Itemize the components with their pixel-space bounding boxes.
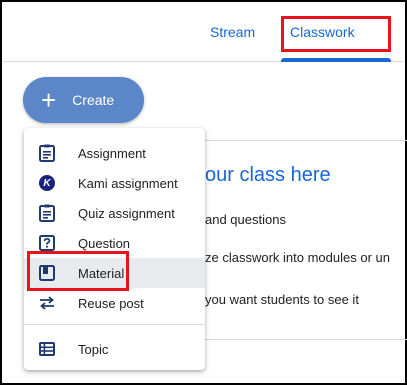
menu-item-topic[interactable]: Topic xyxy=(24,334,205,364)
empty-state-line: ze classwork into modules or un xyxy=(205,250,390,265)
menu-item-kami-assignment[interactable]: K Kami assignment xyxy=(24,168,205,198)
menu-item-reuse-post[interactable]: Reuse post xyxy=(24,288,205,318)
topic-icon xyxy=(38,339,56,359)
tab-stream[interactable]: Stream xyxy=(210,24,255,40)
menu-item-quiz-assignment[interactable]: Quiz assignment xyxy=(24,198,205,228)
kami-logo-letter: K xyxy=(39,175,55,191)
assignment-icon xyxy=(38,143,56,163)
kami-icon: K xyxy=(38,173,56,193)
top-tab-bar: Stream Classwork xyxy=(2,2,405,62)
empty-state-line: and questions xyxy=(205,212,286,227)
menu-item-label: Quiz assignment xyxy=(78,205,175,221)
active-tab-indicator xyxy=(281,58,391,62)
highlight-box-material xyxy=(27,251,129,291)
create-button-label: Create xyxy=(72,92,115,108)
menu-item-assignment[interactable]: Assignment xyxy=(24,138,205,168)
menu-item-label: Assignment xyxy=(78,145,146,161)
question-icon xyxy=(38,233,56,253)
menu-item-label: Reuse post xyxy=(78,295,144,311)
quiz-icon xyxy=(38,203,56,223)
empty-state-line: you want students to see it xyxy=(205,292,359,307)
menu-item-label: Question xyxy=(78,235,131,251)
highlight-box-classwork xyxy=(281,16,391,52)
reuse-icon xyxy=(38,293,56,313)
plus-icon: + xyxy=(41,85,57,115)
create-menu: Assignment K Kami assignment Quiz assign… xyxy=(24,128,205,370)
menu-divider xyxy=(24,324,205,325)
menu-item-label: Topic xyxy=(78,341,109,357)
create-button[interactable]: + Create xyxy=(23,77,144,123)
empty-state-title: our class here xyxy=(205,164,331,186)
menu-item-label: Kami assignment xyxy=(78,175,178,191)
